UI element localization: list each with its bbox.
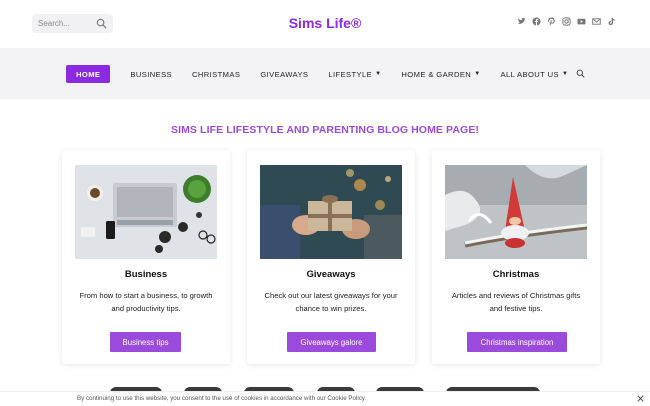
business-tips-button[interactable]: Business tips bbox=[110, 332, 181, 352]
christmas-inspiration-button[interactable]: Christmas inspiration bbox=[467, 332, 567, 352]
nav-item-lifestyle[interactable]: LIFESTYLE ▼ bbox=[328, 65, 381, 83]
close-icon[interactable] bbox=[636, 394, 645, 403]
category-card-christmas: Christmas Articles and reviews of Christ… bbox=[432, 150, 600, 364]
nav-search-icon[interactable] bbox=[576, 69, 585, 78]
email-icon[interactable] bbox=[592, 17, 601, 26]
card-title: Giveaways bbox=[306, 269, 356, 280]
card-title: Christmas bbox=[492, 269, 540, 280]
nav-item-all-about-us[interactable]: ALL ABOUT US ▼ bbox=[501, 65, 569, 83]
nav-item-home-garden[interactable]: HOME & GARDEN ▼ bbox=[401, 65, 480, 83]
instagram-icon[interactable] bbox=[562, 17, 571, 26]
page-headline: SIMS LIFE LIFESTYLE AND PARENTING BLOG H… bbox=[170, 124, 480, 136]
giveaways-galore-button[interactable]: Giveaways galore bbox=[287, 332, 376, 352]
chevron-down-icon: ▼ bbox=[561, 71, 569, 77]
business-image[interactable] bbox=[75, 165, 217, 259]
card-description: Articles and reviews of Christmas gifts … bbox=[451, 291, 581, 313]
cookie-notice: By continuing to use this website, you c… bbox=[0, 391, 650, 406]
nav-item-giveaways[interactable]: GIVEAWAYS bbox=[260, 65, 308, 83]
category-card-giveaways: Giveaways Check out our latest giveaways… bbox=[247, 150, 415, 364]
nav-item-christmas[interactable]: CHRISTMAS bbox=[192, 65, 240, 83]
chevron-down-icon: ▼ bbox=[474, 71, 481, 77]
tiktok-icon[interactable] bbox=[607, 17, 616, 26]
pinterest-icon[interactable] bbox=[547, 17, 556, 26]
card-title: Business bbox=[124, 269, 168, 280]
giveaways-image[interactable] bbox=[260, 165, 402, 259]
christmas-image[interactable] bbox=[445, 165, 587, 259]
main-navigation: HOME BUSINESS CHRISTMAS GIVEAWAYS LIFEST… bbox=[0, 48, 650, 99]
card-description: From how to start a business, to growth … bbox=[79, 291, 213, 313]
youtube-icon[interactable] bbox=[577, 17, 586, 26]
facebook-icon[interactable] bbox=[532, 17, 541, 26]
twitter-icon[interactable] bbox=[517, 17, 526, 26]
category-card-business: Business From how to start a business, t… bbox=[62, 150, 230, 364]
cookie-message: By continuing to use this website, you c… bbox=[77, 395, 367, 402]
nav-item-business[interactable]: BUSINESS bbox=[130, 65, 172, 83]
social-links bbox=[517, 17, 616, 26]
card-description: Check out our latest giveaways for your … bbox=[264, 291, 398, 313]
site-header: Sims Life® bbox=[0, 0, 650, 48]
chevron-down-icon: ▼ bbox=[375, 71, 382, 77]
nav-item-home[interactable]: HOME bbox=[66, 65, 111, 83]
